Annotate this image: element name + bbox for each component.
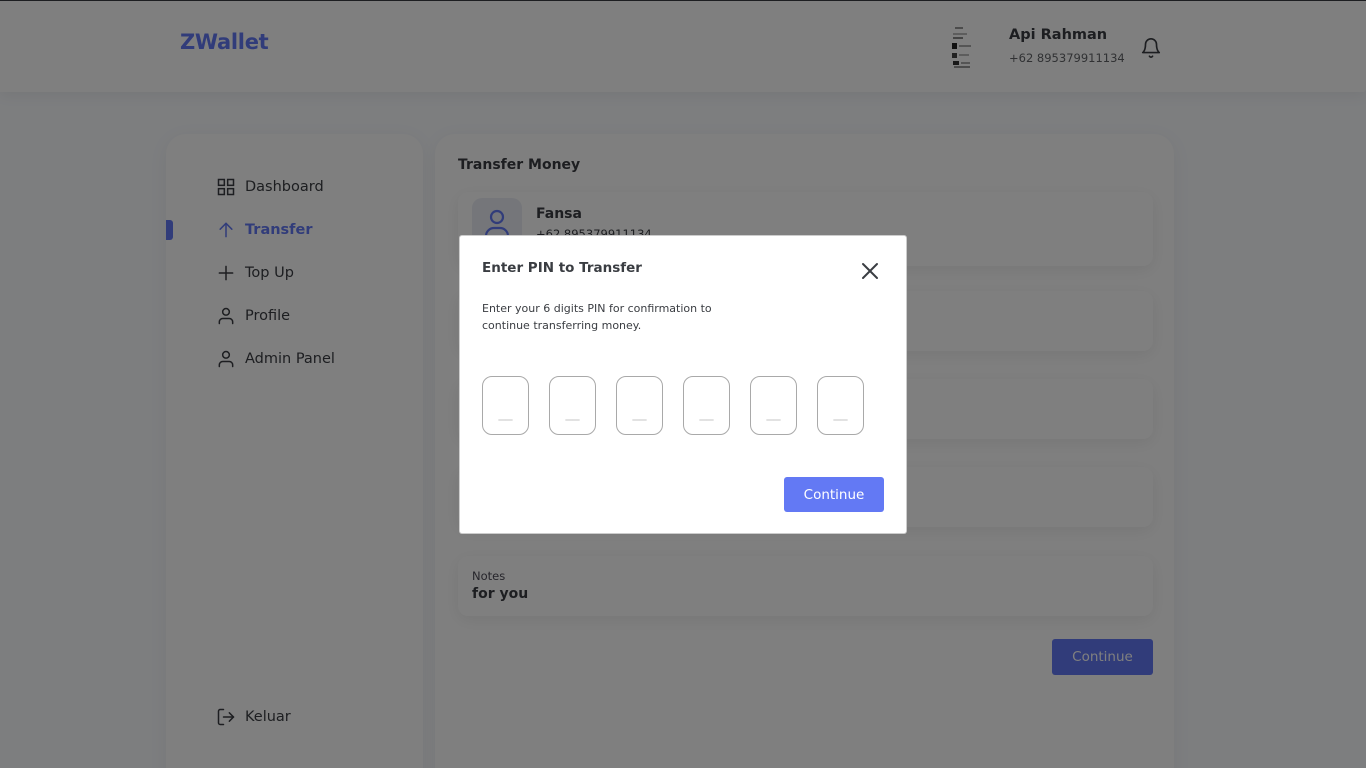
pin-digit-input[interactable]: [817, 376, 864, 435]
pin-input-group: [482, 376, 864, 435]
modal-continue-button[interactable]: Continue: [784, 477, 884, 512]
pin-digit-input[interactable]: [482, 376, 529, 435]
pin-digit-input[interactable]: [683, 376, 730, 435]
pin-digit-input[interactable]: [750, 376, 797, 435]
close-icon[interactable]: [859, 260, 881, 282]
modal-title: Enter PIN to Transfer: [482, 260, 642, 276]
pin-modal: Enter PIN to Transfer Enter your 6 digit…: [459, 235, 907, 534]
modal-description: Enter your 6 digits PIN for confirmation…: [482, 302, 712, 332]
pin-digit-input[interactable]: [616, 376, 663, 435]
pin-digit-input[interactable]: [549, 376, 596, 435]
